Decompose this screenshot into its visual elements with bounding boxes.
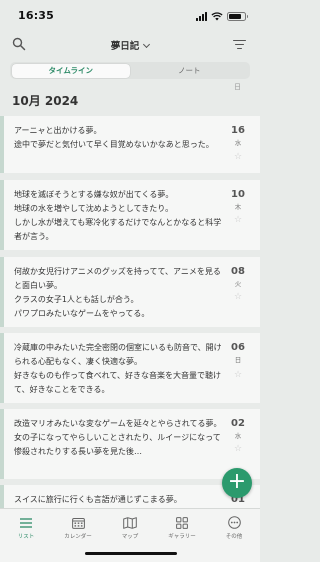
entry-day: 08 [231,266,245,277]
entry-text: 地球を滅ぼそうとする嫌な奴が出てくる夢。 地球の水を増やして沈めようとしてきたり… [14,190,222,241]
chevron-down-icon [143,40,151,49]
tab-calendar[interactable]: カレンダー [52,515,104,540]
entry-weekday: 火 [234,280,242,288]
status-icons [196,11,248,21]
entry-accent-bar [0,333,4,403]
battery-icon [227,11,248,21]
scrolled-weekday-label: 日 [234,83,241,91]
entry-text: 改造マリオみたいな変なゲームを延々とやらされてる夢。 女の子になってやらしいこと… [14,419,222,456]
tab-gallery[interactable]: ギャラリー [156,515,208,540]
wifi-icon [211,11,223,20]
entry-weekday: 日 [234,356,242,364]
tab-label: カレンダー [64,534,92,540]
star-icon[interactable]: ☆ [230,292,246,302]
journal-selector[interactable]: 夢日記 [0,38,260,52]
star-icon[interactable]: ☆ [230,370,246,380]
entry-text: スイスに旅行に行くも言語が通じずこまる夢。 [14,495,182,504]
entry-text: アーニャと出かける夢。 途中で夢だと気付いて早く目覚めないかなあと思った。 [14,126,214,149]
entry-weekday: 水 [234,432,242,440]
add-entry-button[interactable]: + [222,468,252,498]
more-icon [227,516,241,529]
tab-more[interactable]: その他 [208,515,260,540]
app-header: 夢日記 [0,30,260,58]
entry-weekday: 木 [234,203,242,211]
list-item[interactable]: 何故か女児行けアニメのグッズを持ってて、アニメを見ると面白い夢。 クラスの女子1… [0,257,260,327]
status-bar: 16:35 [0,0,260,30]
entry-weekday: 水 [234,139,242,147]
tab-label: ギャラリー [168,534,196,540]
filter-icon[interactable] [233,40,246,50]
star-icon[interactable]: ☆ [230,444,246,454]
entry-accent-bar [0,409,4,479]
list-icon [20,517,32,528]
entry-day: 10 [231,189,245,200]
entry-day: 02 [231,418,245,429]
month-header: 10月 2024 [12,94,79,108]
tab-label: その他 [225,534,243,540]
entry-text: 何故か女児行けアニメのグッズを持ってて、アニメを見ると面白い夢。 クラスの女子1… [14,267,221,318]
list-item[interactable]: 冷蔵庫の中みたいた完全密閉の個室にいるも防音で、開けられる心配もなく、凄く快適な… [0,333,260,403]
home-indicator [85,552,177,555]
list-item[interactable]: アーニャと出かける夢。 途中で夢だと気付いて早く目覚めないかなあと思った。 16… [0,116,260,173]
calendar-icon [71,517,85,529]
tab-label: リスト [17,534,35,540]
entry-accent-bar [0,180,4,250]
entry-day: 06 [231,342,245,353]
tab-map[interactable]: マップ [104,515,156,540]
entry-text: 冷蔵庫の中みたいた完全密閉の個室にいるも防音で、開けられる心配もなく、凄く快適な… [14,343,222,394]
cellular-signal-icon [196,11,207,21]
star-icon[interactable]: ☆ [230,152,246,162]
tab-timeline[interactable]: タイムライン [11,63,130,78]
page-title: 夢日記 [110,41,140,52]
tab-list[interactable]: リスト [0,515,52,540]
entry-accent-bar [0,257,4,327]
status-time: 16:35 [18,9,55,22]
star-icon[interactable]: ☆ [230,215,246,225]
entry-day: 16 [231,125,245,136]
tab-note[interactable]: ノート [130,64,249,78]
list-item[interactable]: 地球を滅ぼそうとする嫌な奴が出てくる夢。 地球の水を増やして沈めようとしてきたり… [0,180,260,250]
map-icon [123,516,137,529]
list-item[interactable]: 改造マリオみたいな変なゲームを延々とやらされてる夢。 女の子になってやらしいこと… [0,409,260,479]
tab-label: マップ [121,534,139,540]
view-segmented-control: タイムライン ノート [10,62,250,79]
entry-accent-bar [0,116,4,173]
gallery-icon [176,516,188,529]
